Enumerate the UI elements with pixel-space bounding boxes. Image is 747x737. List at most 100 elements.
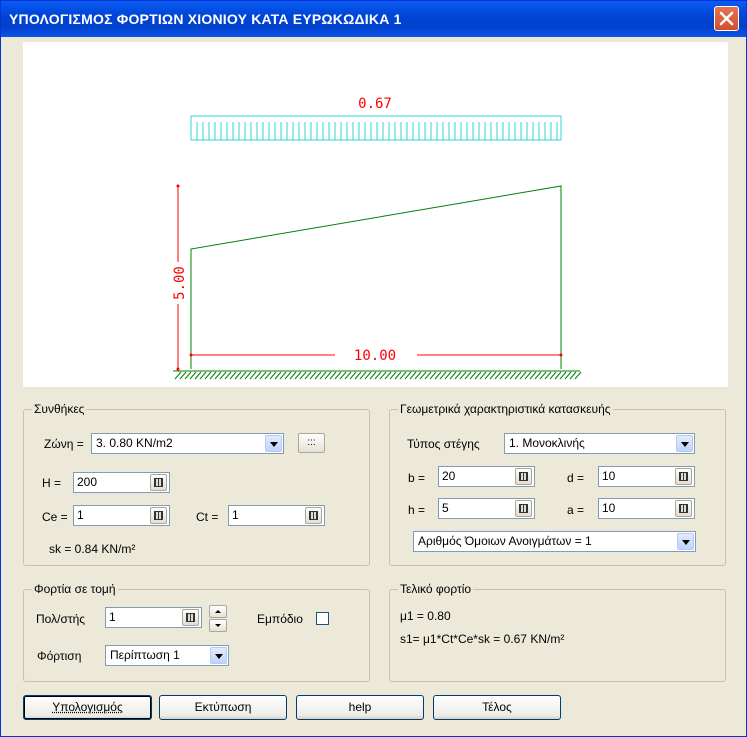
chevron-down-icon[interactable]	[677, 533, 694, 550]
ground-hatch-line	[519, 371, 527, 380]
a-calculator-button[interactable]	[675, 500, 692, 517]
ground-hatch-line	[264, 371, 272, 380]
ground-hatch-line	[284, 371, 292, 380]
close-button[interactable]	[714, 6, 739, 31]
calculator-icon	[154, 478, 163, 487]
ground-hatch-line	[289, 371, 297, 380]
ground-hatch-line	[404, 371, 412, 380]
ground-hatch-line	[249, 371, 257, 380]
section-loads-legend: Φορτία σε τομή	[32, 582, 118, 596]
ground-hatch-line	[384, 371, 392, 380]
b-calculator-button[interactable]	[515, 468, 532, 485]
ground-hatch-line	[244, 371, 252, 380]
ground-hatch-line	[254, 371, 262, 380]
ground-hatch-line	[439, 371, 447, 380]
help-button[interactable]: help	[296, 695, 424, 720]
width-dimension-tick-right	[559, 353, 563, 357]
ground-hatch-line	[274, 371, 282, 380]
ground-hatch-line	[394, 371, 402, 380]
calculator-icon	[309, 511, 318, 520]
ground-hatch-line	[464, 371, 472, 380]
ct-label: Ct =	[196, 510, 219, 524]
ground-hatch-line	[339, 371, 347, 380]
d-input-value: 10	[602, 469, 616, 483]
ground-hatch-line	[569, 371, 577, 380]
ground-hatch-line	[349, 371, 357, 380]
ground-hatch-line	[574, 371, 582, 380]
ct-input-value: 1	[232, 508, 239, 522]
d-calculator-button[interactable]	[675, 468, 692, 485]
ground-hatch-line	[219, 371, 227, 380]
ground-hatch-line	[234, 371, 242, 380]
ground-hatch-line	[354, 371, 362, 380]
ground-hatch-line	[279, 371, 287, 380]
d-label: d =	[567, 471, 585, 485]
spans-select[interactable]: Αριθμός Όμοιων Ανοιγμάτων = 1	[413, 531, 696, 552]
multiplier-spin-up[interactable]	[209, 605, 227, 618]
ground-hatch-line	[204, 371, 212, 380]
zone-details-button[interactable]: :::	[298, 433, 325, 453]
ground-hatch-line	[174, 371, 182, 380]
chevron-down-icon[interactable]	[265, 435, 282, 452]
chevron-down-icon[interactable]	[676, 435, 693, 452]
ground-hatch-line	[534, 371, 542, 380]
ground-hatch-line	[229, 371, 237, 380]
ground-hatch-line	[494, 371, 502, 380]
ct-calculator-button[interactable]	[305, 507, 322, 524]
calculator-icon	[154, 511, 163, 520]
a-input-value: 10	[602, 501, 616, 515]
load-case-select[interactable]: Περίπτωση 1	[105, 645, 229, 666]
ce-input-value: 1	[77, 508, 84, 522]
ground-hatch-line	[529, 371, 537, 380]
ground-hatch-line	[179, 371, 187, 380]
end-label: Τέλος	[482, 700, 512, 714]
obstacle-checkbox[interactable]	[316, 612, 329, 625]
calculate-button[interactable]: Υπολογισμός	[23, 695, 152, 720]
geometry-legend: Γεωμετρικά χαρακτηριστικά κατασκευής	[398, 402, 613, 416]
chevron-down-icon[interactable]	[210, 647, 227, 664]
zone-select[interactable]: 3. 0.80 KN/m2	[91, 433, 284, 454]
ground-hatch-line	[379, 371, 387, 380]
snow-load-result: s1= μ1*Ct*Ce*sk = 0.67 KN/m²	[400, 632, 565, 646]
ground-hatch-line	[294, 371, 302, 380]
roof-h-calculator-button[interactable]	[515, 500, 532, 517]
print-button[interactable]: Εκτύπωση	[159, 695, 287, 720]
ground-hatch-line	[474, 371, 482, 380]
ground-hatch-line	[184, 371, 192, 380]
arrow-up-icon	[215, 610, 221, 613]
ground-hatch-line	[444, 371, 452, 380]
ground-hatch-line	[509, 371, 517, 380]
zone-select-value: 3. 0.80 KN/m2	[96, 436, 173, 450]
h-input-value: 200	[77, 475, 98, 489]
calculate-label: Υπολογισμός	[52, 700, 123, 714]
obstacle-label: Εμπόδιο	[257, 612, 303, 626]
ce-label: Ce =	[42, 510, 68, 524]
snow-load-rect	[190, 115, 562, 141]
end-button[interactable]: Τέλος	[433, 695, 561, 720]
arrow-down-icon	[215, 624, 221, 627]
help-label: help	[348, 700, 372, 714]
print-label: Εκτύπωση	[194, 700, 252, 714]
ground-hatch-line	[449, 371, 457, 380]
ground-hatch-line	[429, 371, 437, 380]
ground-hatch-line	[399, 371, 407, 380]
calculator-icon	[519, 472, 528, 481]
multiplier-calculator-button[interactable]	[182, 609, 199, 626]
mu-result: μ1 = 0.80	[400, 609, 451, 623]
ground-hatch-line	[479, 371, 487, 380]
ground-hatch-line	[259, 371, 267, 380]
roof-type-select[interactable]: 1. Μονοκλινής	[504, 433, 695, 454]
ground-hatch-line	[199, 371, 207, 380]
height-dimension-tick-bottom	[176, 367, 180, 371]
ce-calculator-button[interactable]	[150, 507, 167, 524]
h-calculator-button[interactable]	[150, 474, 167, 491]
load-case-value: Περίπτωση 1	[110, 648, 180, 662]
ground-hatch-line	[329, 371, 337, 380]
ground-hatch-line	[344, 371, 352, 380]
close-icon	[719, 11, 734, 26]
ground-hatch	[174, 371, 582, 380]
ground-hatch-line	[559, 371, 567, 380]
multiplier-spin-down[interactable]	[209, 619, 227, 632]
calculator-icon	[679, 472, 688, 481]
calculator-icon	[519, 504, 528, 513]
